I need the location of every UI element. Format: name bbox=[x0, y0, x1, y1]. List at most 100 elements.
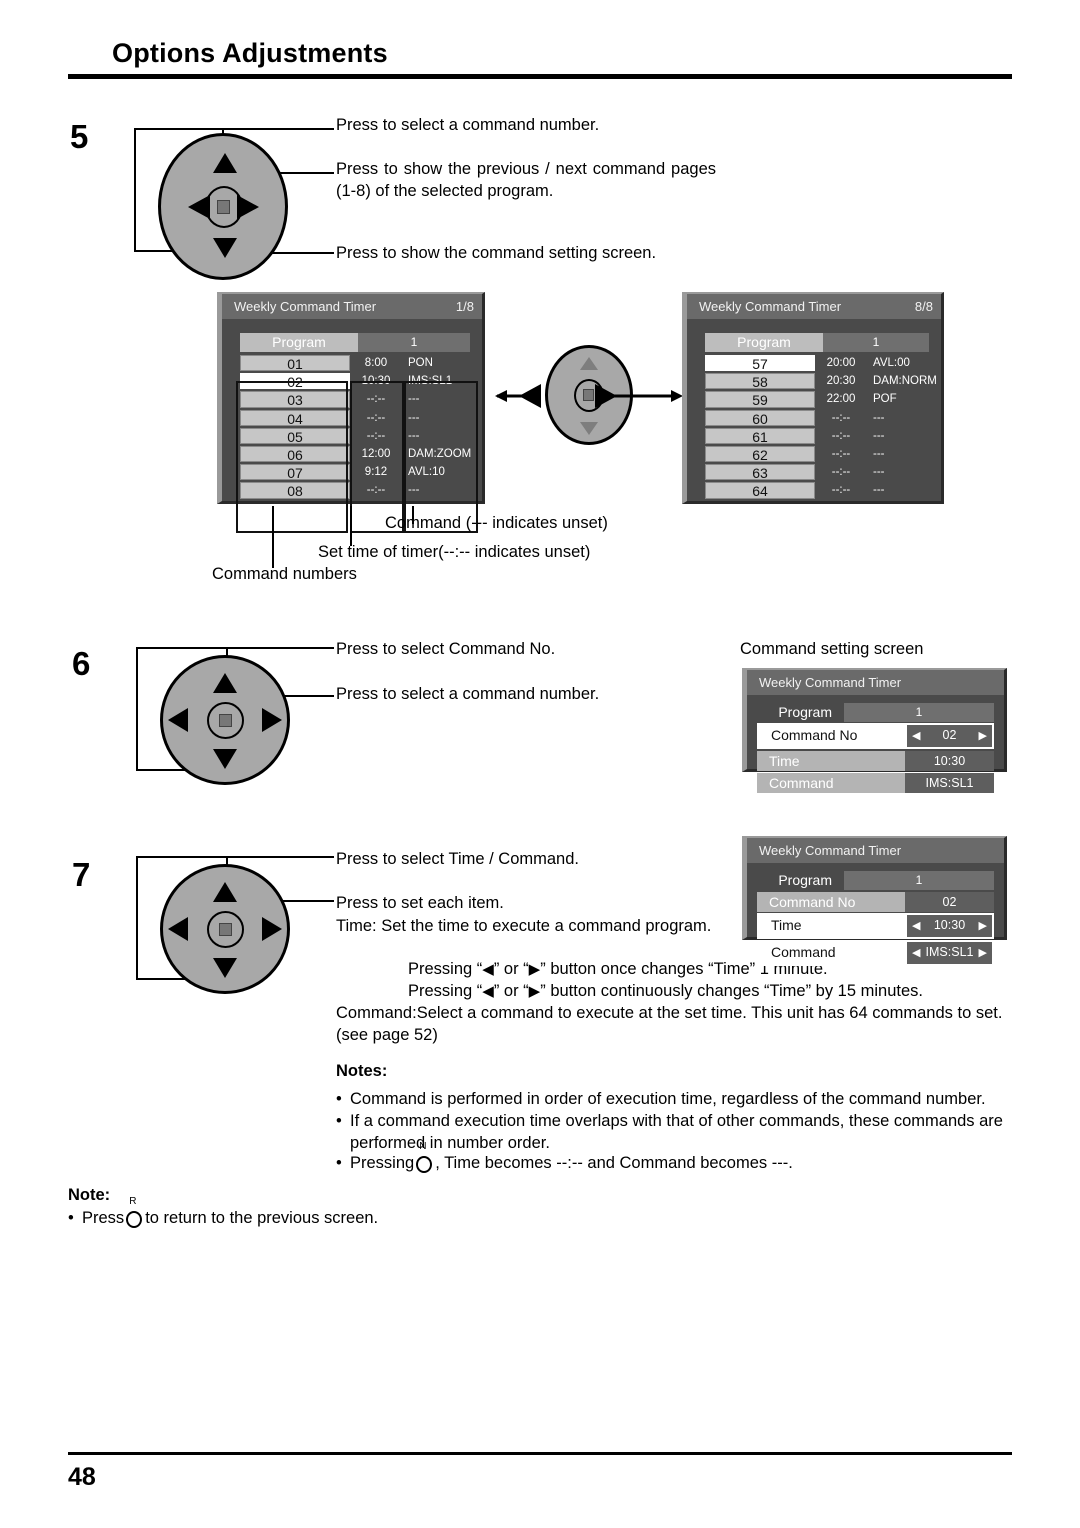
program-value[interactable]: 1 bbox=[844, 871, 994, 890]
command-value-cell: PON bbox=[408, 357, 433, 369]
command-number-cell[interactable]: 06 bbox=[240, 445, 350, 463]
command-time-cell: --:-- bbox=[831, 447, 851, 460]
command-value-cell: POF bbox=[873, 393, 897, 406]
program-value[interactable]: 1 bbox=[358, 333, 470, 352]
table-row[interactable]: 57 20:00 AVL:00 bbox=[705, 354, 941, 372]
table-row[interactable]: 08 --:-- --- bbox=[240, 481, 482, 499]
note-bottom-heading: Note: bbox=[68, 1186, 111, 1204]
table-row[interactable]: 59 22:00 POF bbox=[705, 390, 941, 408]
step7-command-description: Command:Select a command to execute at t… bbox=[336, 1004, 1003, 1044]
spinner-right-arrow-icon[interactable]: ▶ bbox=[979, 916, 987, 936]
command-time-cell: 12:00 bbox=[361, 447, 391, 460]
table-row[interactable]: 64 --:-- --- bbox=[705, 481, 941, 499]
spinner-left-arrow-icon[interactable]: ◀ bbox=[912, 916, 920, 936]
command-number-cell[interactable]: 63 bbox=[705, 464, 815, 481]
left-arrow-glyph-icon: ◀ bbox=[482, 961, 494, 978]
table-row[interactable]: 03 --:-- --- bbox=[240, 390, 482, 408]
table-row[interactable]: 58 20:30 DAM:NORM bbox=[705, 372, 941, 390]
setting-row-label: Command No bbox=[757, 892, 905, 912]
command-number-cell[interactable]: 05 bbox=[240, 427, 350, 445]
table-row[interactable]: 62 --:-- --- bbox=[705, 445, 941, 463]
command-setting-screen-caption: Command setting screen bbox=[740, 640, 924, 658]
program-row[interactable]: Program 1 bbox=[705, 333, 929, 352]
table-row[interactable]: 01 8:00 PON bbox=[240, 354, 482, 372]
table-row[interactable]: 63 --:-- --- bbox=[705, 463, 941, 481]
setting-row[interactable]: Time 10:30 bbox=[757, 751, 994, 771]
note-bottom-suffix: to return to the previous screen. bbox=[145, 1209, 379, 1227]
notes-item-1-text: Command is performed in order of executi… bbox=[350, 1090, 986, 1108]
command-number-cell[interactable]: 01 bbox=[240, 355, 350, 372]
notes-heading: Notes: bbox=[336, 1062, 388, 1080]
command-value-cell: --- bbox=[873, 484, 885, 497]
leader-command-numbers bbox=[272, 506, 274, 568]
command-time-cell: 8:00 bbox=[364, 357, 388, 369]
command-number-cell[interactable]: 60 bbox=[705, 409, 815, 427]
step7-leader-top bbox=[136, 856, 334, 858]
n-button-icon: N bbox=[416, 1142, 433, 1173]
table-row[interactable]: 04 --:-- --- bbox=[240, 409, 482, 427]
table-row[interactable]: 60 --:-- --- bbox=[705, 409, 941, 427]
command-value-cell: DAM:ZOOM bbox=[408, 447, 472, 460]
command-number-cell[interactable]: 64 bbox=[705, 482, 815, 499]
program-value[interactable]: 1 bbox=[823, 333, 929, 352]
setting-row-value[interactable]: 10:30 ◀ ▶ bbox=[907, 915, 992, 937]
command-number-cell[interactable]: 59 bbox=[705, 391, 815, 408]
left-arrow-glyph-icon: ◀ bbox=[482, 983, 494, 1000]
right-arrow-glyph-icon: ▶ bbox=[528, 983, 541, 1000]
setting-row-value[interactable]: 02 bbox=[905, 892, 994, 912]
setting-row[interactable]: Command IMS:SL1 ◀ ▶ bbox=[757, 940, 994, 966]
program-value[interactable]: 1 bbox=[844, 703, 994, 722]
dpad-step-6[interactable] bbox=[160, 655, 290, 785]
command-value-cell: --- bbox=[873, 429, 885, 442]
step5-callout-3: Press to show the command setting screen… bbox=[336, 244, 657, 262]
table-row[interactable]: 05 --:-- --- bbox=[240, 427, 482, 445]
command-number-cell[interactable]: 57 bbox=[705, 355, 815, 372]
command-number-cell[interactable]: 04 bbox=[240, 409, 350, 427]
table-row[interactable]: 02 10:30 IMS:SL1 bbox=[240, 372, 482, 390]
command-table-1: 01 8:00 PON 02 10:30 IMS:SL1 03 --:-- --- 04 --:--… bbox=[240, 354, 482, 500]
dpad-step-7[interactable] bbox=[160, 864, 290, 994]
setting-row-value[interactable]: IMS:SL1 ◀ ▶ bbox=[907, 942, 992, 964]
spinner-left-arrow-icon[interactable]: ◀ bbox=[912, 943, 920, 963]
table-row[interactable]: 07 9:12 AVL:10 bbox=[240, 463, 482, 481]
setting-row[interactable]: Command No 02 ◀ ▶ bbox=[757, 723, 994, 749]
spinner-right-arrow-icon[interactable]: ▶ bbox=[979, 726, 987, 746]
table-row[interactable]: 61 --:-- --- bbox=[705, 427, 941, 445]
notes-item-3-prefix: Pressing bbox=[350, 1154, 415, 1172]
command-number-cell[interactable]: 08 bbox=[240, 482, 350, 499]
spinner-right-arrow-icon[interactable]: ▶ bbox=[979, 943, 987, 963]
table-row[interactable]: 06 12:00 DAM:ZOOM bbox=[240, 445, 482, 463]
note-bottom-prefix: Press bbox=[82, 1209, 125, 1227]
step5-bracket-vertical bbox=[134, 128, 136, 252]
setting-row-value[interactable]: IMS:SL1 bbox=[905, 773, 994, 793]
or-mid: ” or “ bbox=[493, 960, 529, 978]
command-time-cell: --:-- bbox=[366, 484, 386, 497]
osd-page-indicator: 8/8 bbox=[914, 299, 933, 314]
command-number-cell[interactable]: 61 bbox=[705, 427, 815, 445]
command-number-cell[interactable]: 07 bbox=[240, 464, 350, 481]
osd-title-bar: Weekly Command Timer 8/8 bbox=[687, 294, 941, 319]
header-divider bbox=[68, 74, 1012, 79]
bullet-icon: • bbox=[68, 1209, 74, 1227]
step6-callout-2: Press to select a command number. bbox=[336, 685, 600, 703]
setting-row[interactable]: Time 10:30 ◀ ▶ bbox=[757, 913, 994, 939]
step7-callout-2: Press to set each item. bbox=[336, 894, 504, 912]
spinner-left-arrow-icon[interactable]: ◀ bbox=[912, 726, 920, 746]
command-number-cell[interactable]: 58 bbox=[705, 373, 815, 390]
command-table-8: 57 20:00 AVL:00 58 20:30 DAM:NORM 59 22:00 POF 60… bbox=[705, 354, 941, 500]
command-value-cell: --- bbox=[408, 411, 420, 424]
label-command-numbers: Command numbers bbox=[212, 565, 357, 583]
command-number-cell[interactable]: 02 bbox=[240, 373, 350, 390]
dpad-step-5[interactable] bbox=[158, 133, 288, 280]
command-number-cell[interactable]: 03 bbox=[240, 391, 350, 408]
setting-row[interactable]: Command No 02 bbox=[757, 892, 994, 912]
program-row[interactable]: Program 1 bbox=[240, 333, 470, 352]
setting-row-value[interactable]: 10:30 bbox=[905, 751, 994, 771]
setting-row-value[interactable]: 02 ◀ ▶ bbox=[907, 725, 992, 747]
command-value-cell: --- bbox=[408, 393, 420, 406]
setting-row[interactable]: Command IMS:SL1 bbox=[757, 773, 994, 793]
dpad-down-triangle-icon bbox=[580, 422, 598, 435]
command-value-cell: AVL:00 bbox=[873, 357, 910, 369]
command-number-cell[interactable]: 62 bbox=[705, 445, 815, 463]
command-time-cell: 10:30 bbox=[361, 375, 391, 388]
